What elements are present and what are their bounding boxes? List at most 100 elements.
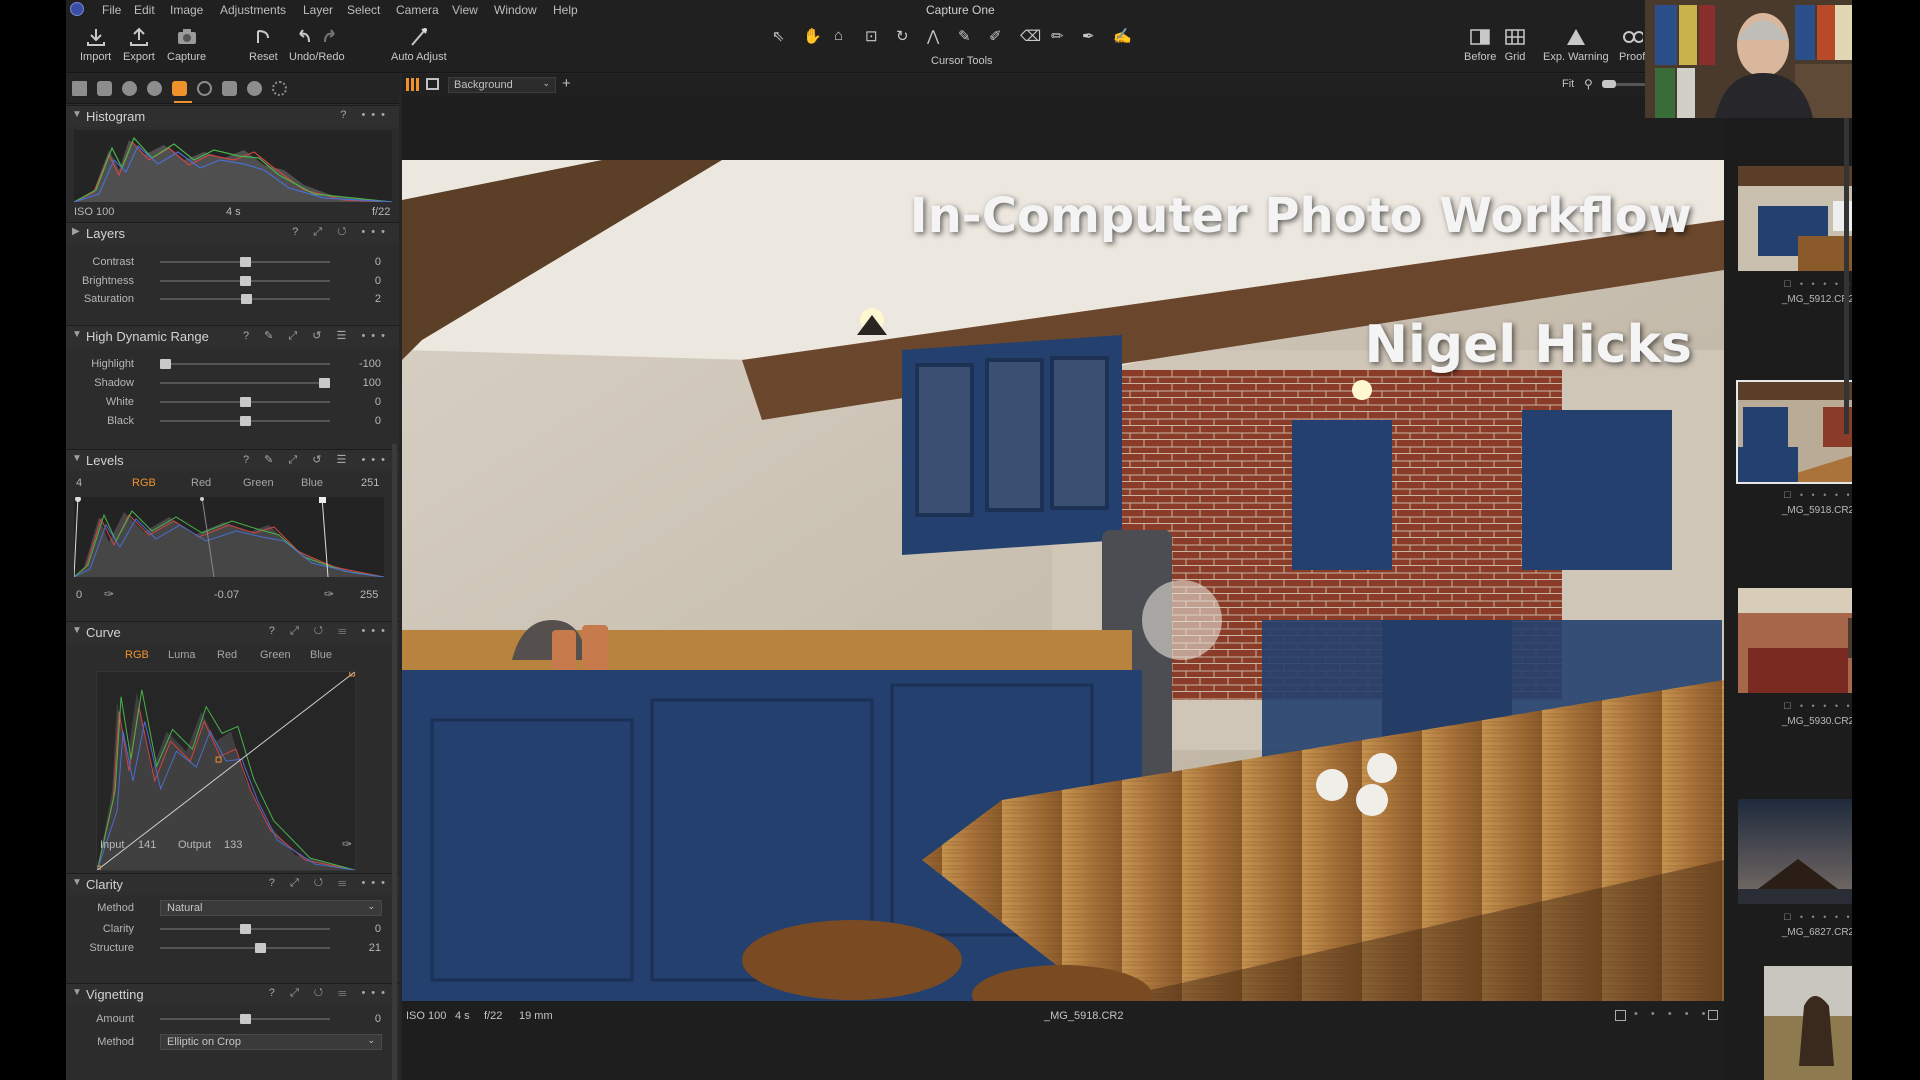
eyedropper-icon[interactable]: ✑ <box>342 837 352 851</box>
zoom-fit-label[interactable]: Fit <box>1562 78 1574 90</box>
info-options-icon[interactable] <box>1708 1010 1718 1020</box>
rating-stars[interactable]: • • • • • <box>1634 1008 1710 1020</box>
capture-tab-icon[interactable] <box>97 81 112 96</box>
browser-scrollbar[interactable] <box>1844 114 1849 434</box>
app-logo-icon[interactable] <box>70 2 84 16</box>
add-variant-icon[interactable]: + <box>562 75 571 92</box>
menu-image[interactable]: Image <box>170 3 203 17</box>
curve-header-icons[interactable]: ? ⤢ ↺ ☰ ••• <box>269 625 391 638</box>
capture-button[interactable]: Capture <box>167 27 206 63</box>
levels-channel-rgb[interactable]: RGB <box>132 477 156 489</box>
crop-tool-icon[interactable]: ⊡ <box>865 27 878 45</box>
slider-value[interactable]: 0 <box>341 1013 381 1025</box>
menu-camera[interactable]: Camera <box>396 3 439 17</box>
proof-button[interactable]: Proof <box>1619 27 1645 63</box>
rotate-tool-icon[interactable]: ↻ <box>896 27 909 45</box>
thumbnail-rating[interactable]: ☐ • • • • • <box>1738 701 1852 712</box>
levels-channel-red[interactable]: Red <box>191 477 211 489</box>
exposure-warning-button[interactable]: Exp. Warning <box>1543 27 1609 63</box>
hdr-header[interactable]: ▼ High Dynamic Range ? ✎ ⤢ ↺ ☰ ••• <box>66 325 399 347</box>
vignetting-header[interactable]: ▼ Vignetting ? ⤢ ↺ ☰ ••• <box>66 983 399 1005</box>
slider-knob[interactable] <box>255 942 267 953</box>
undo-redo-button[interactable]: Undo/Redo <box>289 27 345 63</box>
color-tag-icon[interactable] <box>1615 1010 1626 1021</box>
thumbnail[interactable] <box>1764 966 1852 1080</box>
curve-channel-blue[interactable]: Blue <box>310 649 332 661</box>
menu-select[interactable]: Select <box>347 3 380 17</box>
zoom-icon[interactable]: ⚲ <box>1584 77 1593 91</box>
thumbnail-rating[interactable]: ☐ • • • • • <box>1738 912 1852 923</box>
hdr-header-icons[interactable]: ? ✎ ⤢ ↺ ☰ ••• <box>243 329 391 343</box>
select-tool-icon[interactable]: ⇖ <box>772 27 785 45</box>
slider-knob[interactable] <box>160 359 171 369</box>
slider-track[interactable] <box>160 942 330 953</box>
slider-track[interactable] <box>160 924 330 934</box>
slider-track[interactable] <box>160 1014 330 1024</box>
thumbnail[interactable] <box>1738 588 1852 693</box>
slider-value[interactable]: 0 <box>341 396 381 408</box>
menu-layer[interactable]: Layer <box>303 3 333 17</box>
slider-track[interactable] <box>160 275 330 286</box>
eraser-tool-icon[interactable]: ⌫ <box>1020 27 1041 45</box>
slider-track[interactable] <box>160 397 330 407</box>
curve-channel-rgb[interactable]: RGB <box>125 649 149 661</box>
slider-knob[interactable] <box>239 416 251 426</box>
slider-value[interactable]: 0 <box>341 275 381 287</box>
single-view-icon[interactable] <box>426 78 439 90</box>
grid-button[interactable]: Grid <box>1504 27 1526 63</box>
menu-adjustments[interactable]: Adjustments <box>220 3 286 17</box>
curve-channel-luma[interactable]: Luma <box>168 649 196 661</box>
export-button[interactable]: Export <box>123 27 155 63</box>
slider-knob[interactable] <box>239 924 251 934</box>
import-button[interactable]: Import <box>80 27 111 63</box>
curve-header[interactable]: ▼ Curve ? ⤢ ↺ ☰ ••• <box>66 621 399 643</box>
vignetting-method-dropdown[interactable]: Elliptic on Crop ⌄ <box>160 1034 382 1050</box>
layers-header[interactable]: ▶ Layers ? ⤢ ↺ ••• <box>66 222 399 244</box>
slider-knob[interactable] <box>239 257 251 267</box>
library-tab-icon[interactable] <box>72 81 87 96</box>
vignetting-header-icons[interactable]: ? ⤢ ↺ ☰ ••• <box>269 987 391 1000</box>
adjustments-tab-icon[interactable] <box>222 81 237 96</box>
main-photo[interactable]: In-Computer Photo Workflow Nigel Hicks <box>402 160 1724 1001</box>
histogram-header[interactable]: ▼ Histogram ? ••• <box>66 105 399 127</box>
lens-tab-icon[interactable] <box>122 81 137 96</box>
menu-file[interactable]: File <box>102 3 121 17</box>
curve-channel-red[interactable]: Red <box>217 649 237 661</box>
clarity-header-icons[interactable]: ? ⤢ ↺ ☰ ••• <box>269 877 391 890</box>
histogram-header-icons[interactable]: ? ••• <box>340 109 391 121</box>
auto-adjust-button[interactable]: Auto Adjust <box>391 27 447 63</box>
exposure-tab-icon[interactable] <box>172 81 187 96</box>
slider-knob[interactable] <box>319 378 330 388</box>
menu-help[interactable]: Help <box>553 3 578 17</box>
variant-dropdown[interactable]: Background ⌄ <box>448 77 556 93</box>
spot-tool-icon[interactable]: ✎ <box>958 27 971 45</box>
reset-button[interactable]: Reset <box>249 27 278 63</box>
slider-track[interactable] <box>160 294 330 304</box>
zoom-slider-knob[interactable] <box>1602 80 1616 88</box>
thumbnail[interactable] <box>1738 799 1852 904</box>
before-button[interactable]: Before <box>1464 27 1496 63</box>
loupe-tool-icon[interactable]: ⌂ <box>834 27 843 44</box>
multi-view-icon[interactable] <box>406 78 419 91</box>
levels-channel-green[interactable]: Green <box>243 477 274 489</box>
slider-value[interactable]: 21 <box>341 942 381 954</box>
levels-header[interactable]: ▼ Levels ? ✎ ⤢ ↺ ☰ ••• <box>66 449 399 471</box>
levels-channel-blue[interactable]: Blue <box>301 477 323 489</box>
pan-tool-icon[interactable]: ✋ <box>803 27 822 45</box>
clarity-method-dropdown[interactable]: Natural ⌄ <box>160 900 382 916</box>
clarity-header[interactable]: ▼ Clarity ? ⤢ ↺ ☰ ••• <box>66 873 399 895</box>
slider-track[interactable] <box>160 416 330 426</box>
slider-value[interactable]: 0 <box>341 923 381 935</box>
eyedropper-icon[interactable]: ✑ <box>324 587 334 601</box>
menu-window[interactable]: Window <box>494 3 537 17</box>
layers-header-icons[interactable]: ? ⤢ ↺ ••• <box>292 226 391 239</box>
slider-value[interactable]: 2 <box>341 293 381 305</box>
slider-track[interactable] <box>160 359 330 369</box>
levels-histogram[interactable] <box>74 497 384 577</box>
thumbnail-rating[interactable]: ☐ • • • • • <box>1738 490 1852 501</box>
picker-tool-icon[interactable]: ✒ <box>1082 27 1095 45</box>
settings-tab-icon[interactable] <box>272 81 287 96</box>
annotate-tool-icon[interactable]: ✍ <box>1113 27 1132 45</box>
slider-value[interactable]: 100 <box>341 377 381 389</box>
thumbnail-selected[interactable] <box>1736 380 1852 484</box>
